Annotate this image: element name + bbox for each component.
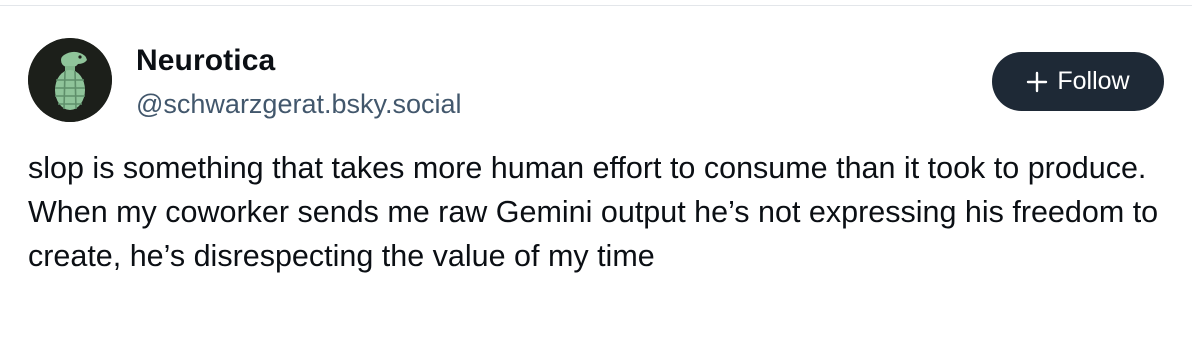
top-divider (0, 0, 1192, 6)
post-text: slop is something that takes more human … (28, 151, 1159, 273)
follow-button-label: Follow (1057, 67, 1130, 95)
post-card: Neurotica @schwarzgerat.bsky.social Foll… (0, 7, 1192, 344)
grenade-avatar-icon (28, 38, 112, 122)
author-handle[interactable]: @schwarzgerat.bsky.social (136, 88, 462, 120)
author-info: Neurotica @schwarzgerat.bsky.social (136, 43, 462, 120)
follow-button[interactable]: Follow (992, 52, 1164, 111)
author-display-name[interactable]: Neurotica (136, 43, 462, 79)
avatar[interactable] (28, 38, 112, 122)
plus-icon (1027, 71, 1048, 92)
